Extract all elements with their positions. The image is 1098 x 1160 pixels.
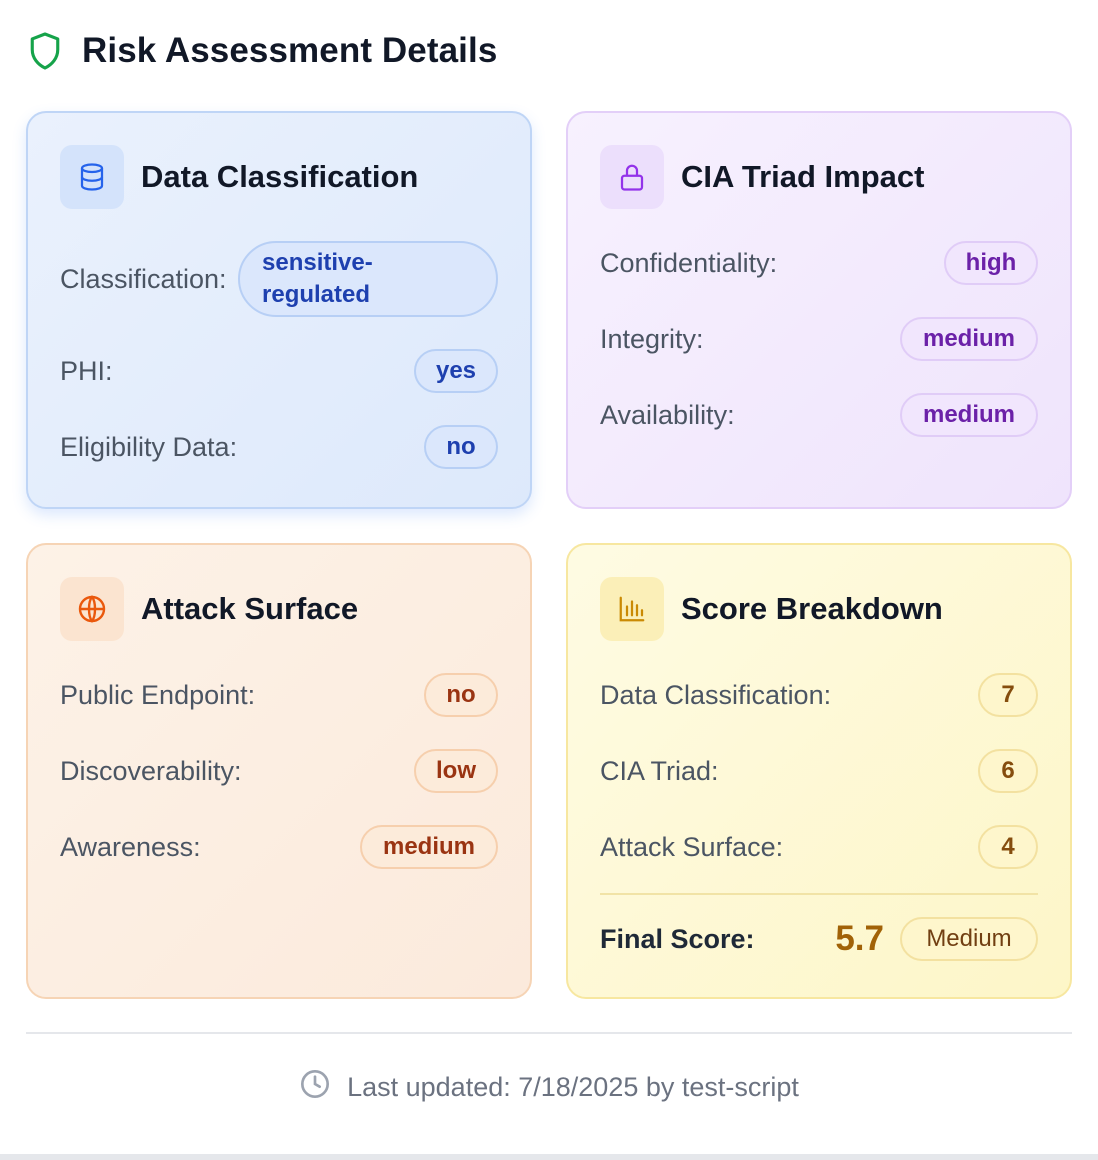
eligibility-row: Eligibility Data: no [60, 425, 498, 469]
clock-icon [299, 1068, 331, 1107]
row-label: Confidentiality: [600, 247, 778, 278]
discoverability-row: Discoverability: low [60, 749, 498, 793]
classification-badge: sensitive-regulated [238, 241, 498, 317]
confidentiality-badge: high [944, 241, 1038, 285]
row-label: CIA Triad: [600, 755, 719, 786]
last-updated-text: Last updated: 7/18/2025 by test-script [347, 1072, 799, 1102]
public-endpoint-badge: no [424, 673, 498, 717]
row-label: Availability: [600, 399, 735, 430]
row-label: Attack Surface: [600, 831, 784, 862]
eligibility-badge: no [424, 425, 498, 469]
risk-level-badge: Medium [900, 917, 1038, 961]
lock-icon [600, 145, 664, 209]
score-badge: 6 [978, 749, 1038, 793]
public-endpoint-row: Public Endpoint: no [60, 673, 498, 717]
discoverability-badge: low [414, 749, 498, 793]
database-icon [60, 145, 124, 209]
bar-chart-icon [600, 577, 664, 641]
footer-divider [26, 1032, 1072, 1034]
shield-icon [28, 31, 62, 71]
phi-row: PHI: yes [60, 349, 498, 393]
page-header: Risk Assessment Details [28, 30, 497, 72]
attack-surface-card: Attack Surface Public Endpoint: no Disco… [26, 543, 532, 999]
row-label: Public Endpoint: [60, 679, 256, 710]
row-label: Eligibility Data: [60, 431, 238, 462]
row-label: Data Classification: [600, 679, 832, 710]
phi-badge: yes [414, 349, 498, 393]
footer: Last updated: 7/18/2025 by test-script [0, 1068, 1098, 1107]
card-title: Data Classification [141, 159, 419, 194]
availability-badge: medium [900, 393, 1038, 437]
divider [600, 893, 1038, 895]
row-label: Discoverability: [60, 755, 242, 786]
data-classification-card: Data Classification Classification: sens… [26, 111, 532, 509]
final-score-value: 5.7 [835, 919, 884, 958]
final-score-row: Final Score: 5.7 Medium [600, 917, 1038, 961]
row-label: PHI: [60, 355, 113, 386]
row-label: Awareness: [60, 831, 201, 862]
availability-row: Availability: medium [600, 393, 1038, 437]
confidentiality-row: Confidentiality: high [600, 241, 1038, 285]
final-score-label: Final Score: [600, 923, 755, 954]
classification-row: Classification: sensitive-regulated [60, 241, 498, 317]
globe-icon [60, 577, 124, 641]
card-title: Attack Surface [141, 591, 359, 626]
row-label: Classification: [60, 263, 227, 294]
awareness-row: Awareness: medium [60, 825, 498, 869]
score-cia-triad-row: CIA Triad: 6 [600, 749, 1038, 793]
card-title: Score Breakdown [681, 591, 943, 626]
row-label: Integrity: [600, 323, 704, 354]
score-badge: 4 [978, 825, 1038, 869]
score-badge: 7 [978, 673, 1038, 717]
score-attack-surface-row: Attack Surface: 4 [600, 825, 1038, 869]
integrity-row: Integrity: medium [600, 317, 1038, 361]
integrity-badge: medium [900, 317, 1038, 361]
score-breakdown-card: Score Breakdown Data Classification: 7 C… [566, 543, 1072, 999]
awareness-badge: medium [360, 825, 498, 869]
score-data-classification-row: Data Classification: 7 [600, 673, 1038, 717]
page-title: Risk Assessment Details [82, 31, 498, 70]
bottom-edge [0, 1154, 1098, 1160]
card-title: CIA Triad Impact [681, 159, 925, 194]
cia-triad-card: CIA Triad Impact Confidentiality: high I… [566, 111, 1072, 509]
